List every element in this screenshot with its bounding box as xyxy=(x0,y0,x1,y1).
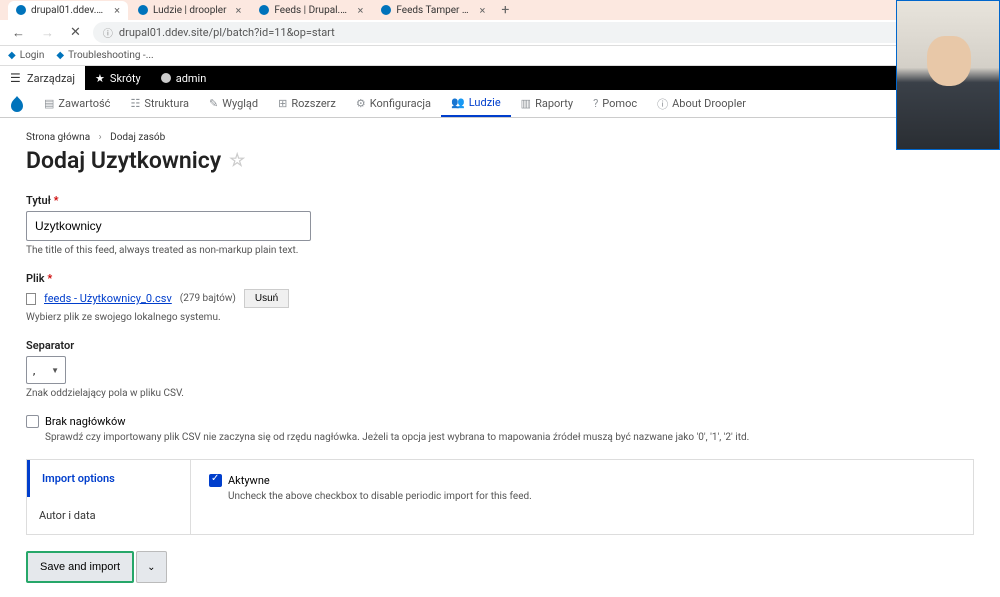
admin-structure[interactable]: ☷Struktura xyxy=(120,91,199,116)
no-headers-row: Brak nagłówków xyxy=(26,415,974,428)
new-tab-button[interactable]: + xyxy=(495,2,515,18)
close-icon[interactable]: × xyxy=(358,4,364,17)
toolbar-user[interactable]: admin xyxy=(151,67,217,90)
admin-about[interactable]: ⓘAbout Droopler xyxy=(647,90,756,118)
page-title: Dodaj Uzytkownicy ☆ xyxy=(26,147,974,174)
breadcrumb-home[interactable]: Strona główna xyxy=(26,132,90,143)
admin-extend[interactable]: ⊞Rozszerz xyxy=(268,91,346,116)
vtab-content: Aktywne Uncheck the above checkbox to di… xyxy=(191,460,973,534)
forward-button[interactable]: → xyxy=(37,25,58,41)
active-checkbox[interactable] xyxy=(209,474,222,487)
dropdown-button[interactable]: ⌄ xyxy=(136,551,166,583)
file-link[interactable]: feeds - Użytkownicy_0.csv xyxy=(44,292,172,305)
browser-tab[interactable]: Feeds | Drupal.org × xyxy=(251,1,371,20)
bookmark-item[interactable]: ◆ Login xyxy=(8,50,44,61)
about-icon: ⓘ xyxy=(657,96,668,112)
content-icon: ▤ xyxy=(44,97,54,110)
title-input[interactable] xyxy=(26,211,311,241)
site-info-icon: ⓘ xyxy=(103,25,113,40)
drupal-toolbar: Zarządzaj Skróty admin xyxy=(0,66,1000,90)
address-bar: ← → ✕ ⓘ drupal01.ddev.site/pl/batch?id=1… xyxy=(0,20,1000,46)
bookmark-icon: ◆ xyxy=(56,50,64,61)
form-actions: Save and import ⌄ xyxy=(26,551,974,583)
admin-config[interactable]: ⚙Konfiguracja xyxy=(346,91,441,116)
vtab-author-date[interactable]: Autor i data xyxy=(27,497,190,534)
no-headers-checkbox[interactable] xyxy=(26,415,39,428)
reports-icon: ▥ xyxy=(521,97,531,110)
vtabs-list: Import options Autor i data xyxy=(27,460,191,534)
title-label: Tytuł * xyxy=(26,194,974,207)
file-row: feeds - Użytkownicy_0.csv (279 bajtów) U… xyxy=(26,289,974,308)
browser-tabs: drupal01.ddev.site/pl/batch × Ludzie | d… xyxy=(0,0,1000,20)
title-desc: The title of this feed, always treated a… xyxy=(26,245,974,256)
admin-appearance[interactable]: ✎Wygląd xyxy=(199,91,268,116)
star-icon xyxy=(95,72,105,85)
remove-file-button[interactable]: Usuń xyxy=(244,289,289,308)
favicon-icon xyxy=(138,5,148,15)
browser-tab[interactable]: drupal01.ddev.site/pl/batch × xyxy=(8,1,128,20)
toolbar-shortcuts[interactable]: Skróty xyxy=(85,67,151,90)
vertical-tabs: Import options Autor i data Aktywne Unch… xyxy=(26,459,974,535)
star-outline-icon[interactable]: ☆ xyxy=(229,150,245,171)
reload-button[interactable]: ✕ xyxy=(66,25,85,40)
separator-desc: Znak oddzielający pola w pliku CSV. xyxy=(26,388,974,399)
admin-menu: ▤Zawartość ☷Struktura ✎Wygląd ⊞Rozszerz … xyxy=(0,90,1000,118)
user-icon xyxy=(161,73,171,83)
people-icon: 👥 xyxy=(451,96,465,109)
separator-select[interactable]: , ▼ xyxy=(26,356,66,384)
breadcrumb-current: Dodaj zasób xyxy=(110,132,165,143)
file-desc: Wybierz plik ze swojego lokalnego system… xyxy=(26,312,974,323)
favicon-icon xyxy=(259,5,269,15)
extend-icon: ⊞ xyxy=(278,97,287,110)
help-icon: ? xyxy=(593,97,598,110)
webcam-overlay xyxy=(896,0,1000,150)
admin-people[interactable]: 👥Ludzie xyxy=(441,90,511,117)
bookmark-item[interactable]: ◆ Troubleshooting -... xyxy=(56,50,153,61)
save-import-button[interactable]: Save and import xyxy=(26,551,134,583)
chevron-right-icon: › xyxy=(99,132,102,143)
separator-label: Separator xyxy=(26,339,974,352)
chevron-down-icon: ▼ xyxy=(51,366,59,375)
admin-content[interactable]: ▤Zawartość xyxy=(34,91,120,116)
browser-tab[interactable]: Feeds Tamper | Drupal.org × xyxy=(373,1,493,20)
favicon-icon xyxy=(381,5,391,15)
favicon-icon xyxy=(16,5,26,15)
close-icon[interactable]: × xyxy=(480,4,486,17)
file-size: (279 bajtów) xyxy=(180,293,236,304)
browser-tab[interactable]: Ludzie | droopler × xyxy=(130,1,249,20)
hamburger-icon xyxy=(10,71,22,85)
close-icon[interactable]: × xyxy=(236,4,242,17)
bookmark-icon: ◆ xyxy=(8,50,16,61)
config-icon: ⚙ xyxy=(356,97,366,110)
url-input[interactable]: ⓘ drupal01.ddev.site/pl/batch?id=11&op=s… xyxy=(93,22,992,43)
breadcrumb: Strona główna › Dodaj zasób xyxy=(26,132,974,143)
no-headers-desc: Sprawdź czy importowany plik CSV nie zac… xyxy=(45,432,974,443)
active-desc: Uncheck the above checkbox to disable pe… xyxy=(228,491,955,502)
admin-reports[interactable]: ▥Raporty xyxy=(511,91,583,116)
structure-icon: ☷ xyxy=(130,97,140,110)
admin-help[interactable]: ?Pomoc xyxy=(583,91,647,116)
main-content: Strona główna › Dodaj zasób Dodaj Uzytko… xyxy=(0,118,1000,597)
vtab-import-options[interactable]: Import options xyxy=(27,460,190,497)
no-headers-label: Brak nagłówków xyxy=(45,415,126,428)
chevron-down-icon: ⌄ xyxy=(147,562,155,573)
close-icon[interactable]: × xyxy=(114,4,120,17)
bookmarks-bar: ◆ Login ◆ Troubleshooting -... xyxy=(0,46,1000,66)
active-label: Aktywne xyxy=(228,474,270,487)
back-button[interactable]: ← xyxy=(8,25,29,41)
appearance-icon: ✎ xyxy=(209,97,218,110)
drupal-logo-icon[interactable] xyxy=(8,95,26,113)
document-icon xyxy=(26,293,36,305)
active-row: Aktywne xyxy=(209,474,955,487)
toolbar-manage[interactable]: Zarządzaj xyxy=(0,66,85,90)
file-label: Plik * xyxy=(26,272,974,285)
